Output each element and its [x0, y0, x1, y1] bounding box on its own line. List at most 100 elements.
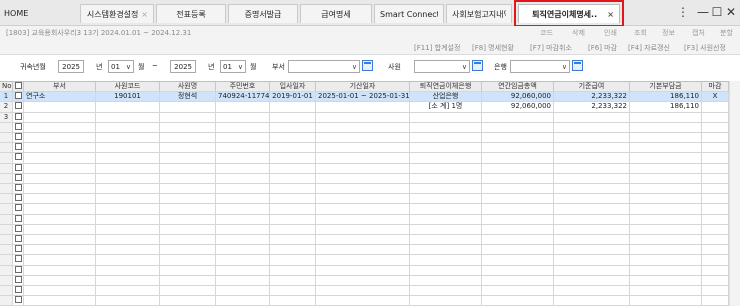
to-month-select[interactable]: 01 ∨: [220, 60, 246, 73]
cell-rrn[interactable]: [216, 194, 270, 205]
cell-bank[interactable]: [410, 153, 482, 164]
cell-base-date[interactable]: [316, 204, 410, 215]
cell-bank[interactable]: [410, 163, 482, 174]
cell-contrib[interactable]: [630, 255, 702, 266]
cell-dept[interactable]: [24, 133, 96, 144]
cell-bank[interactable]: [410, 214, 482, 225]
cell-annual[interactable]: [482, 163, 554, 174]
cell-contrib[interactable]: 186,110: [630, 102, 702, 113]
cell-annual[interactable]: [482, 265, 554, 276]
cell-name[interactable]: [160, 163, 216, 174]
cell-base-date[interactable]: [316, 102, 410, 113]
cell-base-pay[interactable]: [554, 275, 630, 286]
print-button[interactable]: 인쇄: [604, 28, 617, 38]
cell-base-pay[interactable]: [554, 265, 630, 276]
cell-hire[interactable]: [270, 265, 316, 276]
cell-contrib[interactable]: [630, 214, 702, 225]
cell-closed[interactable]: [702, 275, 729, 286]
cell-base-pay[interactable]: [554, 153, 630, 164]
cell-base-pay[interactable]: [554, 184, 630, 195]
cell-bank[interactable]: [410, 286, 482, 297]
cell-contrib[interactable]: [630, 194, 702, 205]
cell-base-pay[interactable]: [554, 245, 630, 256]
cell-name[interactable]: [160, 204, 216, 215]
column-header[interactable]: No: [0, 82, 13, 93]
cell-name[interactable]: [160, 184, 216, 195]
cell-hire[interactable]: [270, 235, 316, 246]
table-row[interactable]: [0, 265, 729, 276]
cell-base-pay[interactable]: [554, 286, 630, 297]
cell-rrn[interactable]: [216, 163, 270, 174]
cell-dept[interactable]: [24, 143, 96, 154]
cell-annual[interactable]: [482, 296, 554, 306]
column-header[interactable]: 기본부담금: [630, 82, 702, 93]
cell-rrn[interactable]: [216, 112, 270, 123]
cell-contrib[interactable]: [630, 204, 702, 215]
delete-button[interactable]: 삭제: [572, 28, 585, 38]
row-checkbox[interactable]: [13, 143, 24, 154]
cell-base-date[interactable]: [316, 214, 410, 225]
table-row[interactable]: [0, 122, 729, 133]
cell-annual[interactable]: [482, 214, 554, 225]
cell-code[interactable]: [96, 184, 160, 195]
cell-code[interactable]: [96, 255, 160, 266]
cell-rrn[interactable]: [216, 133, 270, 144]
cell-base-date[interactable]: [316, 224, 410, 235]
cell-code[interactable]: [96, 235, 160, 246]
table-row[interactable]: [0, 214, 729, 225]
cell-bank[interactable]: [410, 143, 482, 154]
cell-base-date[interactable]: [316, 163, 410, 174]
tab-system-settings[interactable]: 시스템환경설정 ×: [80, 4, 154, 23]
cell-closed[interactable]: [702, 214, 729, 225]
row-checkbox[interactable]: [13, 265, 24, 276]
cell-contrib[interactable]: [630, 184, 702, 195]
close-button[interactable]: [F6] 마감: [588, 43, 617, 53]
cell-name[interactable]: [160, 286, 216, 297]
close-icon[interactable]: ×: [141, 10, 148, 19]
cell-hire[interactable]: [270, 122, 316, 133]
select-all-checkbox[interactable]: [13, 82, 24, 93]
cell-closed[interactable]: [702, 255, 729, 266]
cell-hire[interactable]: 2019-01-01: [270, 92, 316, 103]
cell-contrib[interactable]: [630, 224, 702, 235]
cell-annual[interactable]: [482, 143, 554, 154]
row-checkbox[interactable]: [13, 92, 24, 103]
cell-annual[interactable]: [482, 286, 554, 297]
row-checkbox[interactable]: [13, 194, 24, 205]
cell-dept[interactable]: [24, 265, 96, 276]
select-employee-button[interactable]: [F3] 사원선정: [684, 43, 726, 53]
cell-base-date[interactable]: [316, 122, 410, 133]
dept-select[interactable]: ∨: [288, 60, 360, 73]
cell-contrib[interactable]: [630, 265, 702, 276]
column-header[interactable]: 부서: [24, 82, 96, 93]
cell-hire[interactable]: [270, 112, 316, 123]
row-checkbox[interactable]: [13, 133, 24, 144]
cell-code[interactable]: [96, 153, 160, 164]
table-row[interactable]: [0, 275, 729, 286]
minimize-icon[interactable]: —: [696, 4, 710, 20]
cell-annual[interactable]: [482, 245, 554, 256]
cell-closed[interactable]: X: [702, 92, 729, 103]
row-checkbox[interactable]: [13, 286, 24, 297]
row-checkbox[interactable]: [13, 214, 24, 225]
cell-code[interactable]: [96, 143, 160, 154]
cell-code[interactable]: [96, 275, 160, 286]
row-checkbox[interactable]: [13, 184, 24, 195]
cell-rrn[interactable]: [216, 173, 270, 184]
cell-bank[interactable]: [410, 194, 482, 205]
cell-dept[interactable]: [24, 204, 96, 215]
cell-bank[interactable]: [소 계] 1명: [410, 102, 482, 113]
tab-voucher-entry[interactable]: 전표등록: [156, 4, 226, 23]
cell-bank[interactable]: [410, 204, 482, 215]
cell-annual[interactable]: [482, 112, 554, 123]
cell-contrib[interactable]: 186,110: [630, 92, 702, 103]
cell-name[interactable]: [160, 133, 216, 144]
cell-bank[interactable]: [410, 173, 482, 184]
cell-name[interactable]: [160, 296, 216, 306]
cell-code[interactable]: [96, 214, 160, 225]
cell-code[interactable]: [96, 204, 160, 215]
column-header[interactable]: 퇴직연금이체은행: [410, 82, 482, 93]
table-row[interactable]: [0, 296, 729, 306]
cell-bank[interactable]: [410, 265, 482, 276]
cell-hire[interactable]: [270, 133, 316, 144]
